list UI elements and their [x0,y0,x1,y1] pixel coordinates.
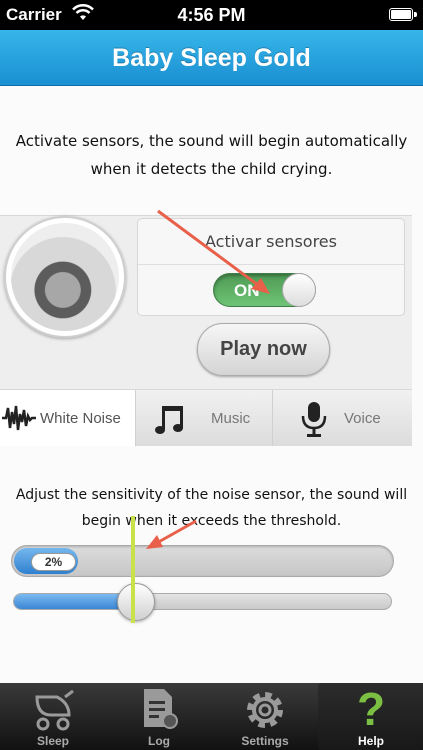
baby-avatar[interactable] [4,216,126,338]
intro-instructions: Activate sensors, the sound will begin a… [15,132,408,178]
sensitivity-slider-thumb[interactable] [117,583,155,621]
question-mark-icon: ? [351,683,391,738]
svg-text:?: ? [357,685,385,733]
tab-voice-label: Voice [344,410,381,427]
status-bar: Carrier 4:56 PM [0,0,423,30]
toggle-knob[interactable] [282,273,316,307]
tab-bar-settings[interactable]: Settings [212,683,318,750]
tab-voice[interactable]: Voice [273,390,412,446]
page-title: Baby Sleep Gold [112,44,311,72]
tab-bar-log-label: Log [148,734,170,748]
sensor-divider [138,264,404,265]
threshold-marker [131,516,135,623]
tab-bar-sleep-label: Sleep [36,734,69,748]
tab-bar-settings-label: Settings [241,734,289,748]
play-now-button[interactable]: Play now [197,323,330,376]
waveform-icon [2,404,36,436]
bottom-tab-bar: Sleep Log Settings ? Help [0,683,423,750]
tab-bar-help-label: Help [357,734,384,748]
log-document-icon [140,687,180,736]
sensitivity-slider[interactable] [13,593,392,610]
sensor-label: Activar sensores [205,232,337,251]
tab-bar-help[interactable]: ? Help [318,683,423,750]
tab-bar-sleep[interactable]: Sleep [0,683,106,750]
sensor-card: Activar sensores ON [137,218,405,316]
tab-white-noise[interactable]: White Noise [0,390,136,446]
tab-music-label: Music [211,410,251,427]
navigation-bar: Baby Sleep Gold [0,30,423,86]
battery-icon [389,8,417,21]
tab-white-noise-label: White Noise [40,410,121,427]
tab-music[interactable]: Music [136,390,273,446]
music-note-icon [154,402,190,442]
tab-bar-log[interactable]: Log [106,683,212,750]
gear-icon [242,687,288,738]
threshold-instructions: Adjust the sensitivity of the noise sens… [15,487,408,529]
clock: 4:56 PM [177,5,246,25]
stroller-icon [29,687,77,736]
noise-level-badge: 2% [31,553,76,571]
sound-type-tabs: White Noise Music Voice [0,389,412,446]
microphone-icon [299,400,329,442]
baby-photo [11,223,119,331]
sensor-toggle[interactable]: ON [213,273,316,307]
toggle-state-label: ON [234,281,260,300]
